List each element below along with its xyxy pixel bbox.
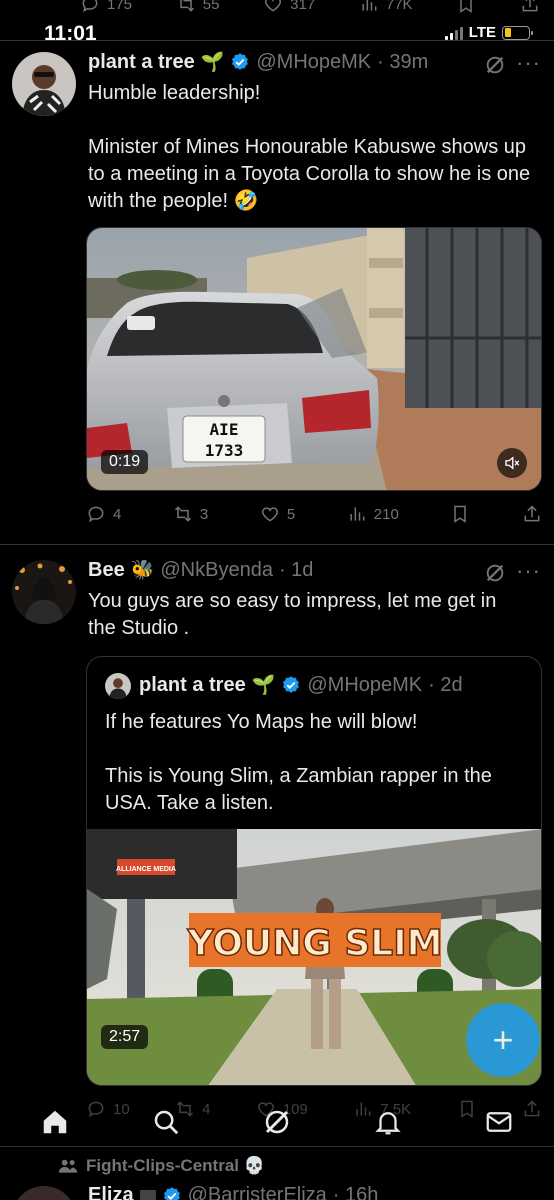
verified-icon <box>163 1186 180 1200</box>
bookmark-icon <box>454 505 467 523</box>
quoted-post-time: · 2d <box>428 673 463 696</box>
video-duration: 2:57 <box>101 1025 149 1049</box>
social-context[interactable]: Fight-Clips-Central 💀 <box>58 1156 265 1176</box>
post-actions: 4 3 5 210 <box>86 504 542 524</box>
grok-icon[interactable] <box>262 1107 292 1137</box>
post-time: · 1d <box>278 558 314 581</box>
community-icon <box>58 1159 78 1173</box>
avatar[interactable] <box>12 560 76 624</box>
video-title: YOUNG SLIM <box>187 923 443 964</box>
quoted-header: plant a tree 🌱 @MHopeMK · 2d <box>139 673 463 697</box>
author-name[interactable]: plant a tree <box>88 51 195 74</box>
compose-button[interactable]: + <box>466 1003 540 1077</box>
quoted-author-name: plant a tree <box>139 673 246 696</box>
mute-button[interactable] <box>497 448 527 478</box>
post-header: Eliza @BarristerEliza · 16h <box>88 1184 378 1200</box>
network-label: LTE <box>468 24 496 41</box>
reply-icon <box>88 506 104 523</box>
post-text-line2: Minister of Mines Honourable Kabuswe sho… <box>88 136 531 212</box>
divider <box>0 40 554 41</box>
more-options-icon[interactable]: ··· <box>516 50 541 76</box>
bee-icon: 🐝 <box>130 560 155 581</box>
author-name[interactable]: Eliza <box>88 1184 134 1200</box>
share-icon <box>522 0 538 12</box>
share-button[interactable] <box>522 504 542 524</box>
heart-icon <box>261 507 278 522</box>
speaker-muted-icon <box>505 456 520 470</box>
post-header: Bee 🐝 @NkByenda · 1d <box>88 558 313 582</box>
author-handle[interactable]: @BarristerEliza <box>188 1184 327 1200</box>
quoted-text-line2: This is Young Slim, a Zambian rapper in … <box>105 765 492 814</box>
avatar[interactable] <box>12 52 76 116</box>
author-handle[interactable]: @MHopeMK <box>256 51 371 74</box>
video-duration: 0:19 <box>101 450 149 474</box>
post-video[interactable]: AIE 1733 0:19 <box>86 227 542 491</box>
plate-line1: AIE <box>210 420 239 439</box>
billboard-text: ALLIANCE MEDIA <box>116 866 176 873</box>
author-handle[interactable]: @NkByenda <box>160 559 273 582</box>
post-time: · 39m <box>377 50 429 73</box>
reply-icon <box>82 0 98 13</box>
author-name[interactable]: Bee <box>88 559 125 582</box>
bookmark-button[interactable] <box>456 0 476 14</box>
prev-post-actions: 175 55 317 77K <box>80 0 540 14</box>
quoted-text-line1: If he features Yo Maps he will blow! <box>105 711 418 733</box>
bottom-tab-bar <box>0 1094 554 1150</box>
repost-icon <box>178 0 194 12</box>
seedling-icon: 🌱 <box>251 675 276 696</box>
divider <box>0 1146 554 1147</box>
messages-icon[interactable] <box>484 1107 514 1137</box>
video-thumbnail: AIE 1733 <box>87 228 541 490</box>
verified-icon <box>232 53 249 70</box>
notifications-icon[interactable] <box>373 1107 403 1137</box>
views-button[interactable]: 77K <box>359 0 413 14</box>
bookmark-button[interactable] <box>450 504 470 524</box>
reply-button[interactable]: 175 <box>80 0 132 14</box>
search-icon[interactable] <box>151 1107 181 1137</box>
share-icon <box>524 505 540 522</box>
heart-icon <box>265 0 282 12</box>
avatar[interactable] <box>12 1186 76 1200</box>
status-time: 11:01 <box>44 22 97 45</box>
repost-button[interactable]: 3 <box>173 504 208 524</box>
repost-icon <box>174 506 191 522</box>
battery-icon <box>502 25 533 40</box>
plate-line2: 1733 <box>205 441 244 460</box>
like-button[interactable]: 317 <box>263 0 315 14</box>
home-icon[interactable] <box>40 1107 70 1137</box>
like-button[interactable]: 5 <box>260 504 295 524</box>
divider <box>0 544 554 545</box>
views-button[interactable]: 210 <box>347 504 399 524</box>
more-options-icon[interactable]: ··· <box>516 558 541 584</box>
status-indicators: LTE <box>444 24 533 41</box>
quoted-author-handle: @MHopeMK <box>307 673 423 696</box>
grok-icon[interactable] <box>484 562 506 584</box>
grok-icon[interactable] <box>484 54 506 76</box>
views-icon <box>362 0 377 11</box>
post-header: plant a tree 🌱 @MHopeMK · 39m <box>88 50 428 74</box>
reply-button[interactable]: 4 <box>86 504 121 524</box>
plus-icon: + <box>492 1019 514 1060</box>
post-text-line1: Humble leadership! <box>88 82 261 104</box>
post-text: You guys are so easy to impress, let me … <box>88 590 497 639</box>
bookmark-icon <box>460 0 473 13</box>
seedling-icon: 🌱 <box>200 52 225 73</box>
post-time: · 16h <box>332 1184 379 1200</box>
verified-icon <box>283 676 300 693</box>
quoted-avatar <box>105 673 131 699</box>
flag-icon <box>139 1189 156 1200</box>
repost-button[interactable]: 55 <box>176 0 219 14</box>
share-button[interactable] <box>520 0 540 14</box>
views-icon <box>350 507 365 521</box>
signal-icon <box>444 26 463 40</box>
